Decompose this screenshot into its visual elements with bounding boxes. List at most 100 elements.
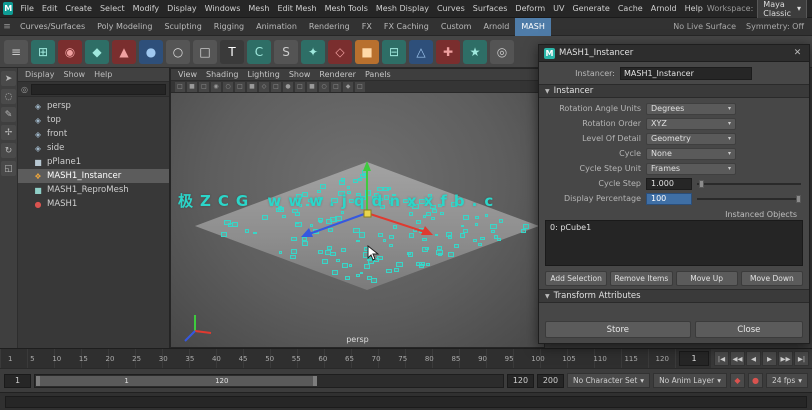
mash-network-icon[interactable]: ⊞ (31, 40, 55, 64)
go-to-end-button[interactable]: ▶| (794, 351, 809, 366)
outliner-menu-item[interactable]: Show (64, 68, 86, 81)
list-action-button[interactable]: Move Down (741, 271, 803, 286)
viewport-toolbar-icon[interactable]: ■ (187, 82, 197, 92)
step-forward-button[interactable]: ▶▶ (778, 351, 793, 366)
character-set-selector[interactable]: No Character Set ▾ (567, 373, 650, 388)
viewport-toolbar-icon[interactable]: □ (295, 82, 305, 92)
polygon-sphere-icon[interactable]: ○ (166, 40, 190, 64)
viewport-toolbar-icon[interactable]: □ (355, 82, 365, 92)
outliner-item[interactable]: ■ pPlane1 (18, 155, 169, 169)
outliner-menu-item[interactable]: Help (94, 68, 112, 81)
lasso-tool-icon[interactable]: ◌ (1, 89, 16, 104)
store-button[interactable]: Store (545, 321, 691, 338)
attribute-control[interactable]: Degrees ▾ (646, 103, 736, 115)
instanced-objects-list[interactable]: 0: pCube1 (545, 220, 803, 266)
scale-tool-icon[interactable]: ◱ (1, 161, 16, 176)
animation-end-field[interactable]: 200 (537, 374, 564, 388)
outliner-item[interactable]: ● MASH1 (18, 197, 169, 211)
outliner-item[interactable]: ■ MASH1_ReproMesh (18, 183, 169, 197)
menu-item[interactable]: Modify (129, 0, 164, 18)
mash-color-icon[interactable]: ■ (355, 40, 379, 64)
close-icon[interactable]: ✕ (791, 48, 804, 58)
shelf-tab[interactable]: Curves/Surfaces (14, 18, 91, 36)
viewport-toolbar-icon[interactable]: ○ (319, 82, 329, 92)
workspace-selector[interactable]: Maya Classic ▾ (757, 0, 807, 20)
viewport-menu-item[interactable]: Lighting (247, 69, 279, 80)
shelf-tab[interactable]: FX (356, 18, 378, 36)
menu-item[interactable]: UV (549, 0, 568, 18)
playback-end-field[interactable]: 120 (507, 374, 534, 388)
mash-orient-icon[interactable]: ◇ (328, 40, 352, 64)
viewport-toolbar-icon[interactable]: ◆ (343, 82, 353, 92)
viewport-toolbar-icon[interactable]: ■ (307, 82, 317, 92)
fps-selector[interactable]: 24 fps ▾ (766, 373, 808, 388)
viewport-toolbar-icon[interactable]: ○ (223, 82, 233, 92)
list-action-button[interactable]: Move Up (676, 271, 738, 286)
animation-start-field[interactable]: 1 (4, 374, 31, 388)
mash-dynamics-icon[interactable]: ● (139, 40, 163, 64)
status-toggle[interactable]: Symmetry: Off (746, 22, 804, 31)
menu-item[interactable]: Edit Mesh (273, 0, 320, 18)
anim-layer-selector[interactable]: No Anim Layer ▾ (653, 373, 727, 388)
viewport-toolbar-icon[interactable]: □ (235, 82, 245, 92)
paint-select-tool-icon[interactable]: ✎ (1, 107, 16, 122)
menu-item[interactable]: Windows (201, 0, 245, 18)
outliner-item[interactable]: ❖ MASH1_Instancer (18, 169, 169, 183)
outliner-item[interactable]: ◈ front (18, 127, 169, 141)
list-action-button[interactable]: Remove Items (610, 271, 672, 286)
mash-curve-icon[interactable]: S (274, 40, 298, 64)
viewport-toolbar-icon[interactable]: ● (283, 82, 293, 92)
viewport-toolbar-icon[interactable]: ◇ (259, 82, 269, 92)
shelf-tab[interactable]: Sculpting (158, 18, 207, 36)
viewport-menu-item[interactable]: Renderer (319, 69, 356, 80)
section-header-instancer[interactable]: ▼ Instancer (539, 84, 809, 98)
mash-flight-icon[interactable]: ✦ (301, 40, 325, 64)
slider-knob[interactable] (699, 180, 704, 188)
viewport-menu-item[interactable]: View (178, 69, 197, 80)
attribute-slider[interactable] (697, 183, 801, 185)
instancer-name-field[interactable]: MASH1_Instancer (620, 67, 752, 80)
auto-keyframe-toggle[interactable]: ● (748, 373, 763, 388)
attribute-control[interactable]: XYZ ▾ (646, 118, 736, 130)
viewport-panel[interactable]: ViewShadingLightingShowRendererPanels □■… (170, 68, 545, 348)
current-frame-field[interactable]: 1 (679, 351, 709, 366)
time-slider[interactable]: 1510152025303540455055606570758085909510… (0, 348, 812, 368)
menu-item[interactable]: Create (61, 0, 96, 18)
outliner-search-input[interactable] (31, 84, 166, 95)
step-back-button[interactable]: ◀◀ (730, 351, 745, 366)
menu-item[interactable]: Deform (511, 0, 549, 18)
attribute-slider[interactable] (697, 198, 801, 200)
viewport-scene[interactable]: persp (171, 93, 544, 347)
set-key-button[interactable]: ◆ (730, 373, 745, 388)
mash-time-icon[interactable]: ◎ (490, 40, 514, 64)
menu-item[interactable]: Curves (433, 0, 469, 18)
attribute-control[interactable]: Frames ▾ (646, 163, 736, 175)
window-titlebar[interactable]: M MASH1_Instancer ✕ (539, 45, 809, 62)
range-start-handle[interactable] (36, 376, 40, 386)
ground-plane[interactable] (195, 162, 539, 290)
outliner-menu-item[interactable]: Display (25, 68, 55, 81)
mash-distribute-icon[interactable]: ◆ (85, 40, 109, 64)
type-tool-icon[interactable]: T (220, 40, 244, 64)
mash-id-icon[interactable]: ⊟ (382, 40, 406, 64)
go-to-start-button[interactable]: |◀ (714, 351, 729, 366)
menu-item[interactable]: Mesh (244, 0, 273, 18)
outliner-item[interactable]: ◈ top (18, 113, 169, 127)
polygon-cube-icon[interactable]: □ (193, 40, 217, 64)
mash-repro-icon[interactable]: ▲ (112, 40, 136, 64)
viewport-menu-item[interactable]: Shading (206, 69, 239, 80)
range-slider[interactable]: 1 120 (34, 374, 504, 388)
list-item[interactable]: 0: pCube1 (546, 222, 802, 234)
shelf-tab[interactable]: Arnold (477, 18, 515, 36)
menu-item[interactable]: Cache (614, 0, 647, 18)
viewport-toolbar-icon[interactable]: ■ (247, 82, 257, 92)
attribute-control[interactable]: Geometry ▾ (646, 133, 736, 145)
menu-item[interactable]: Arnold (647, 0, 681, 18)
move-tool-icon[interactable]: ✢ (1, 125, 16, 140)
list-action-button[interactable]: Add Selection (545, 271, 607, 286)
menu-item[interactable]: Select (96, 0, 129, 18)
outliner-item[interactable]: ◈ persp (18, 99, 169, 113)
outliner-item[interactable]: ◈ side (18, 141, 169, 155)
sweep-mesh-icon[interactable]: C (247, 40, 271, 64)
viewport-menu-item[interactable]: Panels (365, 69, 391, 80)
